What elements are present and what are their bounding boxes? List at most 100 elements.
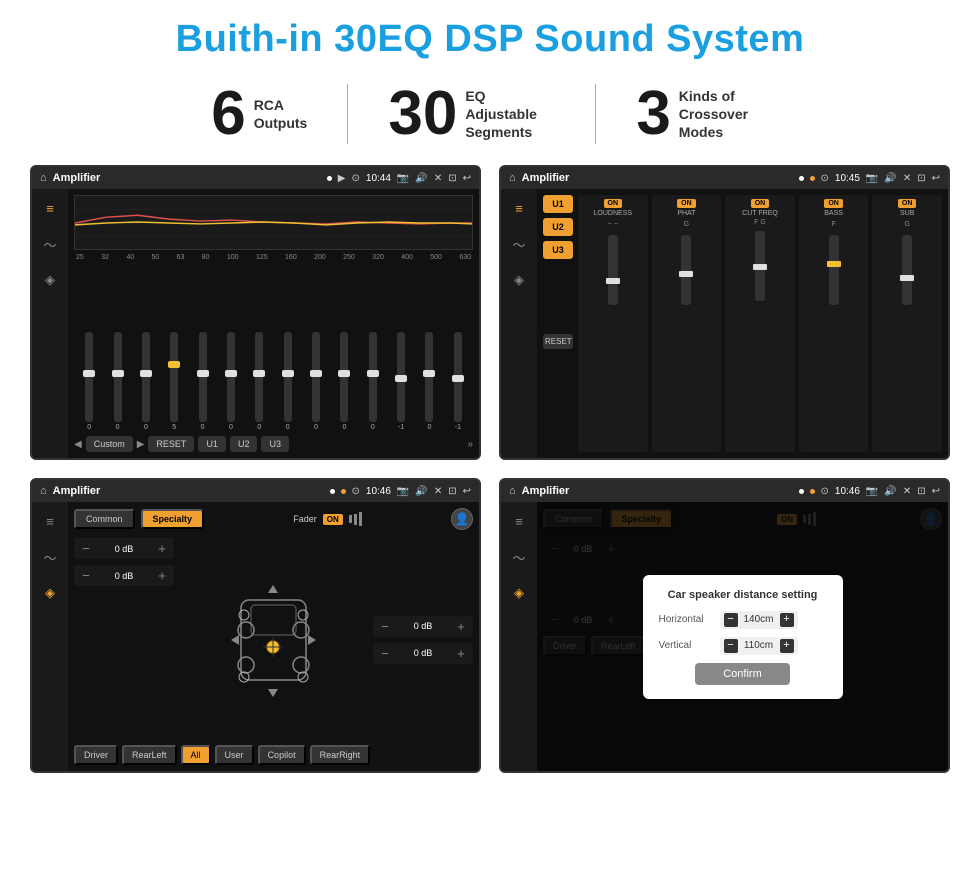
tab-common-3[interactable]: Common [74, 509, 135, 529]
sidebar-eq-icon-2[interactable]: ≡ [508, 197, 530, 219]
cutfreq-thumb[interactable] [753, 264, 767, 270]
back-icon-1[interactable]: ↩ [463, 173, 471, 184]
sidebar-wave-icon[interactable]: 〜 [39, 233, 61, 255]
reset-btn-2[interactable]: RESET [543, 334, 573, 349]
sidebar-eq-icon-3[interactable]: ≡ [39, 510, 61, 532]
home-icon-3[interactable]: ⌂ [40, 485, 47, 497]
back-icon-3[interactable]: ↩ [463, 486, 471, 497]
preset-u1[interactable]: U1 [543, 195, 573, 213]
sidebar-eq-icon[interactable]: ≡ [39, 197, 61, 219]
preset-u3[interactable]: U3 [543, 241, 573, 259]
minus-btn-tr[interactable]: − [378, 619, 392, 634]
home-icon-4[interactable]: ⌂ [509, 485, 516, 497]
slider-track-7[interactable] [255, 332, 263, 422]
slider-thumb-11[interactable] [367, 370, 379, 377]
u2-btn-1[interactable]: U2 [230, 436, 258, 452]
sidebar-speaker-icon-3[interactable]: ◈ [39, 582, 61, 604]
more-arrows[interactable]: » [467, 439, 473, 450]
sidebar-wave-icon-3[interactable]: 〜 [39, 546, 61, 568]
slider-thumb-10[interactable] [338, 370, 350, 377]
reset-btn-1[interactable]: RESET [148, 436, 194, 452]
back-icon-4[interactable]: ↩ [932, 486, 940, 497]
preset-u2[interactable]: U2 [543, 218, 573, 236]
window-icon-1[interactable]: ⊡ [448, 173, 456, 184]
phat-slider[interactable] [681, 235, 691, 305]
sub-thumb[interactable] [900, 275, 914, 281]
slider-track-6[interactable] [227, 332, 235, 422]
slider-thumb-4[interactable] [168, 361, 180, 368]
plus-btn-tr[interactable]: + [454, 619, 468, 634]
cutfreq-slider[interactable] [755, 231, 765, 301]
slider-track-3[interactable] [142, 332, 150, 422]
bass-thumb[interactable] [827, 261, 841, 267]
home-icon[interactable]: ⌂ [40, 172, 47, 184]
loudness-slider[interactable] [608, 235, 618, 305]
sidebar-wave-icon-4[interactable]: 〜 [508, 546, 530, 568]
slider-thumb-1[interactable] [83, 370, 95, 377]
slider-track-11[interactable] [369, 332, 377, 422]
slider-thumb-2[interactable] [112, 370, 124, 377]
tab-specialty-3[interactable]: Specialty [141, 509, 205, 529]
vertical-plus-btn[interactable]: + [780, 639, 794, 653]
u1-btn-1[interactable]: U1 [198, 436, 226, 452]
slider-thumb-8[interactable] [282, 370, 294, 377]
copilot-btn[interactable]: Copilot [258, 745, 306, 765]
sidebar-speaker-icon-4[interactable]: ◈ [508, 582, 530, 604]
slider-track-4[interactable] [170, 332, 178, 422]
slider-thumb-7[interactable] [253, 370, 265, 377]
slider-thumb-13[interactable] [423, 370, 435, 377]
plus-btn-tl[interactable]: + [155, 541, 169, 556]
plus-btn-bl[interactable]: + [155, 568, 169, 583]
back-icon-2[interactable]: ↩ [932, 173, 940, 184]
slider-thumb-6[interactable] [225, 370, 237, 377]
horizontal-plus-btn[interactable]: + [780, 613, 794, 627]
window-icon-4[interactable]: ⊡ [917, 486, 925, 497]
slider-thumb-3[interactable] [140, 370, 152, 377]
bass-slider[interactable] [829, 235, 839, 305]
slider-track-9[interactable] [312, 332, 320, 422]
slider-thumb-14[interactable] [452, 375, 464, 382]
rearleft-btn[interactable]: RearLeft [122, 745, 177, 765]
slider-track-14[interactable] [454, 332, 462, 422]
slider-track-2[interactable] [114, 332, 122, 422]
vertical-minus-btn[interactable]: − [724, 639, 738, 653]
window-icon-3[interactable]: ⊡ [448, 486, 456, 497]
home-icon-2[interactable]: ⌂ [509, 172, 516, 184]
slider-thumb-12[interactable] [395, 375, 407, 382]
person-icon-3[interactable]: 👤 [451, 508, 473, 530]
next-arrow[interactable]: ▶ [137, 439, 145, 450]
all-btn[interactable]: All [181, 745, 211, 765]
window-icon-2[interactable]: ⊡ [917, 173, 925, 184]
close-icon-1[interactable]: ✕ [434, 173, 442, 184]
slider-track-10[interactable] [340, 332, 348, 422]
phat-thumb[interactable] [679, 271, 693, 277]
prev-arrow[interactable]: ◀ [74, 439, 82, 450]
slider-track-1[interactable] [85, 332, 93, 422]
minus-btn-bl[interactable]: − [79, 568, 93, 583]
u3-btn-1[interactable]: U3 [261, 436, 289, 452]
sidebar-speaker-icon-2[interactable]: ◈ [508, 269, 530, 291]
confirm-button[interactable]: Confirm [695, 663, 790, 685]
sidebar-wave-icon-2[interactable]: 〜 [508, 233, 530, 255]
driver-btn[interactable]: Driver [74, 745, 118, 765]
close-icon-4[interactable]: ✕ [903, 486, 911, 497]
slider-track-13[interactable] [425, 332, 433, 422]
minus-btn-br[interactable]: − [378, 646, 392, 661]
slider-thumb-9[interactable] [310, 370, 322, 377]
sub-slider[interactable] [902, 235, 912, 305]
close-icon-3[interactable]: ✕ [434, 486, 442, 497]
sidebar-speaker-icon[interactable]: ◈ [39, 269, 61, 291]
rearright-btn[interactable]: RearRight [310, 745, 371, 765]
plus-btn-br[interactable]: + [454, 646, 468, 661]
slider-thumb-5[interactable] [197, 370, 209, 377]
slider-track-5[interactable] [199, 332, 207, 422]
loudness-thumb[interactable] [606, 278, 620, 284]
horizontal-minus-btn[interactable]: − [724, 613, 738, 627]
preset-custom-btn[interactable]: Custom [86, 436, 133, 452]
user-btn[interactable]: User [215, 745, 254, 765]
slider-track-8[interactable] [284, 332, 292, 422]
slider-track-12[interactable] [397, 332, 405, 422]
close-icon-2[interactable]: ✕ [903, 173, 911, 184]
sidebar-eq-icon-4[interactable]: ≡ [508, 510, 530, 532]
minus-btn-tl[interactable]: − [79, 541, 93, 556]
